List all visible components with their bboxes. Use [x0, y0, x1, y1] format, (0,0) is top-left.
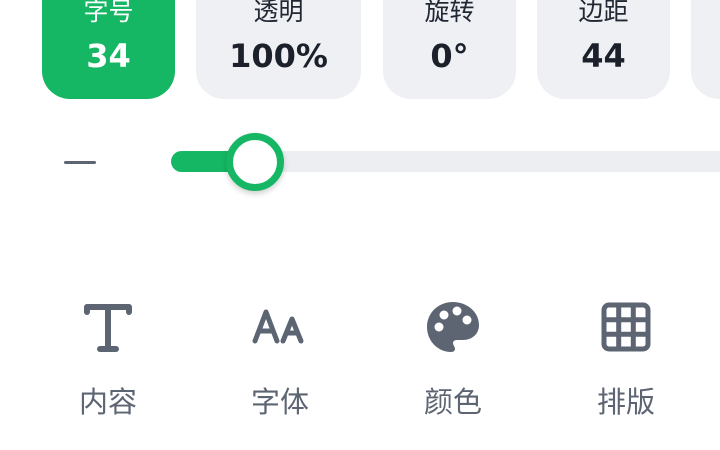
tool-label: 排版 [596, 385, 655, 419]
grid-icon [566, 296, 686, 360]
card-rotation[interactable]: 旋转 0° [383, 0, 516, 99]
text-icon [48, 296, 168, 360]
palette-icon [393, 296, 513, 360]
card-partial-offscreen[interactable] [691, 0, 720, 99]
tool-font[interactable]: 字体 [220, 296, 340, 426]
card-value: 44 [581, 37, 626, 75]
card-label: 字号 [83, 0, 134, 26]
card-label: 旋转 [424, 0, 475, 26]
card-value: 34 [86, 37, 131, 75]
card-value: 100% [229, 37, 328, 75]
tool-label: 颜色 [423, 385, 482, 419]
card-label: 边距 [578, 0, 629, 26]
card-margin[interactable]: 边距 44 [537, 0, 670, 99]
card-font-size[interactable]: 字号 34 [42, 0, 175, 99]
minus-icon [64, 161, 96, 164]
tool-label: 字体 [250, 385, 309, 419]
tool-color[interactable]: 颜色 [393, 296, 513, 426]
font-size-icon [220, 296, 340, 360]
tool-layout[interactable]: 排版 [566, 296, 686, 426]
watermark-text-settings-panel: 字号 34 透明 100% 旋转 0° 边距 44 内容 字体 颜色 排版 [0, 0, 720, 450]
card-label: 透明 [253, 0, 304, 26]
card-opacity[interactable]: 透明 100% [196, 0, 361, 99]
slider-thumb[interactable] [226, 133, 284, 191]
decrement-button[interactable] [56, 142, 104, 182]
tool-content[interactable]: 内容 [48, 296, 168, 426]
tool-label: 内容 [78, 385, 137, 419]
card-value: 0° [430, 37, 469, 75]
property-cards-row: 字号 34 透明 100% 旋转 0° 边距 44 [0, 0, 720, 110]
